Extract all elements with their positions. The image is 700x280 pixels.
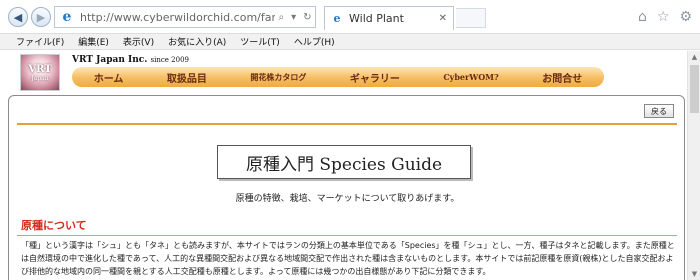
company-name: VRT Japan Inc. since 2009 — [72, 55, 189, 65]
scroll-thumb[interactable] — [690, 65, 699, 113]
tab-ie-icon: e — [333, 12, 341, 25]
refresh-icon[interactable]: ↻ — [303, 12, 311, 23]
site-header: VRT Japan VRT Japan Inc. since 2009 ホーム … — [14, 51, 687, 91]
nav-gallery[interactable]: ギャラリー — [350, 70, 400, 85]
menu-bar: ファイル(F) 編集(E) 表示(V) お気に入り(A) ツール(T) ヘルプ(… — [0, 34, 700, 50]
page-title: 原種入門 Species Guide — [217, 145, 471, 179]
address-bar[interactable]: e http://www.cyberwildorchid.com/family/… — [54, 6, 316, 28]
back-arrow-icon[interactable]: ◀ — [8, 7, 28, 27]
favorites-star-icon[interactable]: ☆ — [657, 9, 670, 25]
divider-top — [17, 123, 677, 125]
menu-favorites[interactable]: お気に入り(A) — [168, 35, 226, 48]
browser-tab[interactable]: e Wild Plant ✕ — [324, 6, 454, 30]
company-title: VRT Japan Inc. — [72, 55, 148, 65]
browser-right-icons: ⌂ ☆ ⚙ — [638, 9, 692, 25]
browser-toolbar: ◀ ▶ e http://www.cyberwildorchid.com/fam… — [0, 0, 700, 34]
menu-view[interactable]: 表示(V) — [123, 35, 154, 48]
divider-section — [17, 235, 677, 236]
settings-gear-icon[interactable]: ⚙ — [679, 9, 692, 25]
ie-icon: e — [62, 9, 72, 25]
site-logo[interactable]: VRT Japan — [20, 54, 60, 91]
nav-contact[interactable]: お問合せ — [542, 70, 582, 85]
menu-tools[interactable]: ツール(T) — [240, 35, 280, 48]
forward-arrow-icon[interactable]: ▶ — [31, 7, 51, 27]
home-icon[interactable]: ⌂ — [638, 9, 647, 25]
tab-title: Wild Plant — [349, 12, 404, 25]
site-nav: ホーム 取扱品目 開花株カタログ ギャラリー CyberWOM? お問合せ — [72, 67, 604, 87]
address-url[interactable]: http://www.cyberwildorchid.com/family/wi… — [80, 11, 275, 24]
search-icon[interactable]: ⌕ — [278, 12, 284, 23]
company-since: since 2009 — [150, 56, 189, 64]
menu-edit[interactable]: 編集(E) — [78, 35, 109, 48]
scroll-down-icon[interactable]: ▼ — [688, 268, 700, 280]
logo-subtext: Japan — [31, 74, 49, 82]
vertical-scrollbar[interactable]: ▲ ▼ — [687, 51, 700, 280]
new-tab-button[interactable] — [456, 8, 486, 28]
web-page: VRT Japan VRT Japan Inc. since 2009 ホーム … — [0, 51, 687, 280]
scroll-up-icon[interactable]: ▲ — [688, 51, 700, 63]
nav-catalog[interactable]: 開花株カタログ — [250, 72, 306, 83]
logo-text: VRT — [28, 63, 52, 75]
close-tab-icon[interactable]: ✕ — [439, 13, 447, 24]
nav-cyberwom[interactable]: CyberWOM? — [443, 72, 498, 82]
nav-home[interactable]: ホーム — [94, 70, 124, 85]
section-heading: 原種について — [21, 219, 87, 232]
address-controls: ⌕ ▾ ↻ — [275, 12, 315, 23]
section-paragraph: 「種」という漢字は「シュ」とも「タネ」とも読みますが、本サイトではランの分類上の… — [21, 241, 675, 276]
dropdown-icon[interactable]: ▾ — [291, 12, 296, 23]
menu-file[interactable]: ファイル(F) — [16, 35, 64, 48]
lead-text: 原種の特徴、栽培、マーケットについて取りあげます。 — [235, 194, 460, 204]
nav-products[interactable]: 取扱品目 — [167, 70, 207, 85]
content-panel: 戻る 原種入門 Species Guide 原種の特徴、栽培、マーケットについて… — [8, 95, 685, 280]
back-button[interactable]: 戻る — [644, 104, 674, 118]
menu-help[interactable]: ヘルプ(H) — [294, 35, 335, 48]
